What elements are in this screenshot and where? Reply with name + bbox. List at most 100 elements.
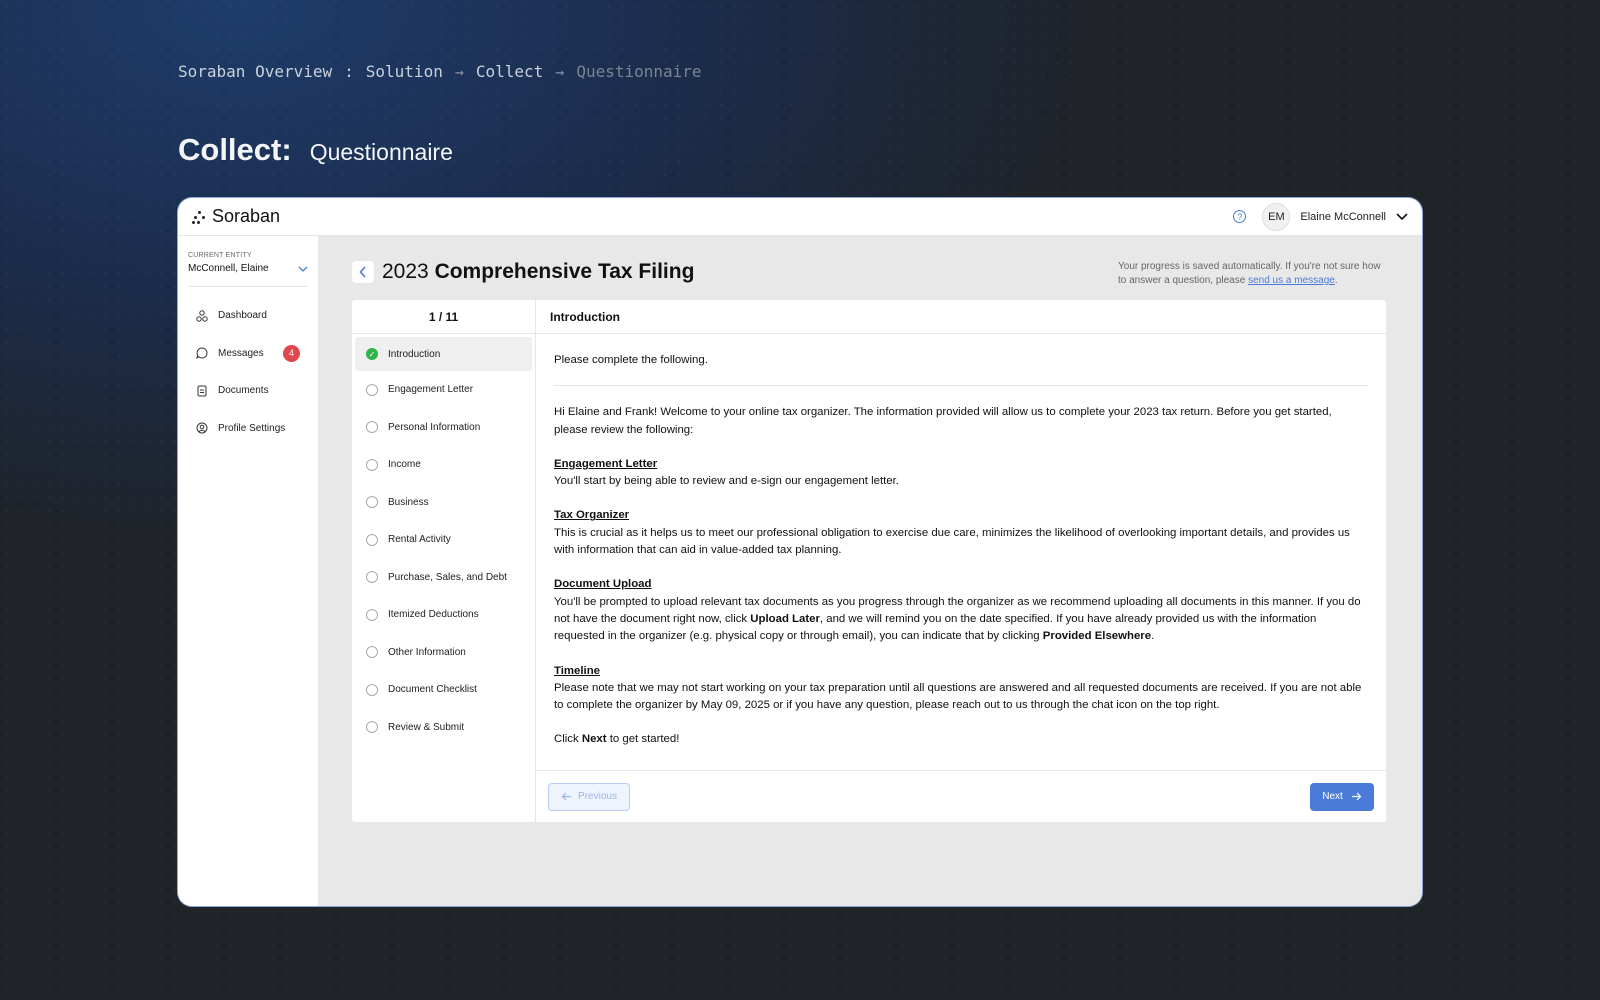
profile-settings-icon [196,422,208,434]
sidebar-item-documents[interactable]: Documents [188,372,308,410]
step-label: Purchase, Sales, and Debt [388,571,507,583]
previous-button[interactable]: Previous [548,782,630,811]
empty-circle-icon [366,421,378,434]
step-itemized-deductions[interactable]: Itemized Deductions [352,596,535,634]
app-logo[interactable]: Soraban [192,206,280,227]
breadcrumb-item-collect[interactable]: Collect [476,62,543,81]
user-area: ? EM Elaine McConnell [1233,202,1408,231]
empty-circle-icon [366,533,378,546]
upload-section: Document Upload You'll be prompted to up… [554,576,1368,645]
chevron-down-icon[interactable] [1396,212,1408,221]
back-button[interactable] [352,261,374,283]
empty-circle-icon [366,383,378,396]
timeline-title: Timeline [554,664,601,677]
document-icon [196,385,208,397]
avatar[interactable]: EM [1262,202,1291,231]
step-personal-information[interactable]: Personal Information [352,409,535,447]
step-review-submit[interactable]: Review & Submit [352,709,535,747]
step-introduction[interactable]: ✓ Introduction [355,337,532,371]
step-document-checklist[interactable]: Document Checklist [352,671,535,709]
step-counter: 1 / 11 [352,300,535,334]
step-label: Introduction [388,348,441,360]
next-button[interactable]: Next [1310,782,1374,811]
arrow-left-icon [561,792,572,801]
sidebar-item-profile-settings[interactable]: Profile Settings [188,410,308,448]
sidebar: CURRENT ENTITY McConnell, Elaine Dashboa… [178,236,318,906]
step-engagement-letter[interactable]: Engagement Letter [352,371,535,409]
unread-badge: 4 [283,344,300,362]
page-heading: Collect: Questionnaire [178,132,453,168]
breadcrumb-separator: : [344,62,354,81]
step-content: Introduction Please complete the followi… [536,300,1386,822]
filing-name: Comprehensive Tax Filing [434,260,695,283]
empty-circle-icon [366,496,378,509]
empty-circle-icon [366,608,378,621]
arrow-right-icon: → [454,62,464,81]
section-title: Introduction [536,300,1386,334]
arrow-right-icon: → [555,62,565,81]
chevron-left-icon [359,266,366,278]
step-business[interactable]: Business [352,484,535,522]
breadcrumb-item-current: Questionnaire [576,62,702,81]
step-other-information[interactable]: Other Information [352,634,535,672]
next-label: Next [1322,791,1343,802]
sidebar-nav: Dashboard Messages 4 Documents Profile S… [188,297,308,447]
breadcrumb: Soraban Overview : Solution → Collect → … [178,62,702,81]
empty-circle-icon [366,571,378,584]
empty-circle-icon [366,646,378,659]
engagement-section: Engagement Letter You'll start by being … [554,456,1368,491]
step-label: Other Information [388,646,466,658]
timeline-section: Timeline Please note that we may not sta… [554,663,1368,715]
empty-circle-icon [366,721,378,734]
brand-name: Soraban [212,206,281,226]
entity-name: McConnell, Elaine [188,263,269,274]
chevron-down-icon [298,266,308,272]
app-window: Soraban ? EM Elaine McConnell CURRENT EN… [178,198,1422,906]
dashboard-icon [196,310,208,322]
breadcrumb-item-overview[interactable]: Soraban Overview [178,62,332,81]
step-list: 1 / 11 ✓ Introduction Engagement Letter … [352,300,536,822]
questionnaire-card: 1 / 11 ✓ Introduction Engagement Letter … [352,300,1386,822]
step-purchase-sales-debt[interactable]: Purchase, Sales, and Debt [352,559,535,597]
upload-text: You'll be prompted to upload relevant ta… [554,595,1361,643]
provided-elsewhere-label: Provided Elsewhere [1042,630,1152,643]
step-label: Rental Activity [388,534,451,546]
step-label: Review & Submit [388,721,465,733]
sidebar-item-label: Dashboard [218,310,267,322]
sidebar-item-label: Profile Settings [218,422,286,434]
user-name[interactable]: Elaine McConnell [1300,211,1386,223]
step-label: Itemized Deductions [388,609,479,621]
filing-title: 2023 Comprehensive Tax Filing [382,260,694,284]
entity-selector[interactable]: McConnell, Elaine [188,263,308,287]
empty-circle-icon [366,683,378,696]
welcome-text: Hi Elaine and Frank! Welcome to your onl… [554,406,1332,436]
organizer-text: This is crucial as it helps us to meet o… [554,526,1350,557]
engagement-title: Engagement Letter [554,457,658,470]
step-income[interactable]: Income [352,446,535,484]
arrow-right-icon [1351,792,1362,801]
page-title: Collect: [178,132,292,167]
previous-label: Previous [578,791,617,802]
step-label: Personal Information [388,421,481,433]
timeline-text: Please note that we may not start workin… [554,681,1362,712]
logo-icon [192,210,206,224]
organizer-title: Tax Organizer [554,509,630,522]
step-label: Business [388,496,429,508]
intro-text: Please complete the following. [554,352,1368,387]
help-icon[interactable]: ? [1233,210,1247,223]
engagement-text: You'll start by being able to review and… [554,475,899,488]
sidebar-item-messages[interactable]: Messages 4 [188,335,308,373]
autosave-note: Your progress is saved automatically. If… [1118,261,1381,286]
get-started-text: Click Next to get started! [554,733,680,746]
step-footer: Previous Next [536,770,1386,822]
sidebar-item-label: Messages [218,347,264,359]
filing-year: 2023 [382,260,429,283]
chat-icon [196,347,208,360]
step-label: Income [388,459,421,471]
step-rental-activity[interactable]: Rental Activity [352,521,535,559]
organizer-section: Tax Organizer This is crucial as it help… [554,507,1368,559]
sidebar-item-dashboard[interactable]: Dashboard [188,297,308,335]
step-label: Document Checklist [388,684,477,696]
breadcrumb-item-solution[interactable]: Solution [366,62,443,81]
send-message-link[interactable]: send us a message [1248,275,1335,286]
